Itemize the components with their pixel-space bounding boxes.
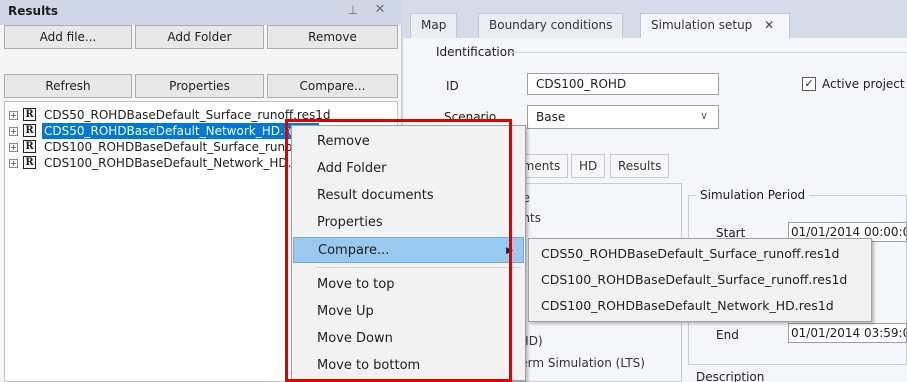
add-folder-button[interactable]: Add Folder <box>135 25 264 49</box>
description-label: Description <box>696 370 765 382</box>
expand-icon[interactable]: + <box>9 111 18 120</box>
refresh-button[interactable]: Refresh <box>4 74 132 98</box>
tab-boundary-conditions[interactable]: Boundary conditions <box>478 13 624 38</box>
submenu-item[interactable]: CDS50_ROHDBaseDefault_Surface_runoff.res… <box>541 242 861 266</box>
properties-button[interactable]: Properties <box>135 74 264 98</box>
tab-hd[interactable]: HD <box>571 154 606 178</box>
add-file-button[interactable]: Add file... <box>4 25 132 49</box>
result-file-icon: R <box>23 124 36 137</box>
scenario-select[interactable]: Base <box>527 105 719 129</box>
tree-item-label: CDS50_ROHDBaseDefault_Network_HD.res1d <box>42 123 320 139</box>
submenu-item[interactable]: CDS100_ROHDBaseDefault_Network_HD.res1d <box>541 294 861 318</box>
option-lts-fragment: Term Simulation (LTS) <box>515 356 645 370</box>
tab-results[interactable]: Results <box>610 154 670 178</box>
chevron-down-icon[interactable]: ∨ <box>700 109 708 122</box>
tab-simulation-setup-label: Simulation setup <box>651 18 753 32</box>
group-divider <box>510 52 907 53</box>
pin-icon[interactable]: ⊥ <box>346 3 360 19</box>
close-tab-icon[interactable]: ✕ <box>764 18 774 32</box>
identification-group-label: Identification <box>436 45 515 59</box>
results-panel-header <box>0 0 402 25</box>
result-file-icon: R <box>23 108 36 121</box>
active-project-label: Active project <box>822 77 905 91</box>
compare-submenu: CDS50_ROHDBaseDefault_Surface_runoff.res… <box>528 238 872 322</box>
expand-icon[interactable]: + <box>9 127 18 136</box>
tab-simulation-setup[interactable]: Simulation setup ✕ <box>640 13 790 38</box>
expand-icon[interactable]: + <box>9 143 18 152</box>
simulation-period-label: Simulation Period <box>696 188 810 202</box>
id-field[interactable]: CDS100_ROHD <box>527 73 719 95</box>
close-icon[interactable]: ✕ <box>372 2 388 20</box>
compare-button[interactable]: Compare... <box>267 74 398 98</box>
expand-icon[interactable]: + <box>9 159 18 168</box>
result-file-icon: R <box>23 156 36 169</box>
tab-map[interactable]: Map <box>410 13 458 38</box>
end-label: End <box>716 328 739 342</box>
annotation-highlight-box <box>285 119 512 382</box>
result-file-icon: R <box>23 140 36 153</box>
submenu-item[interactable]: CDS100_ROHDBaseDefault_Surface_runoff.re… <box>541 268 861 292</box>
results-panel-title: Results <box>8 4 59 18</box>
remove-button[interactable]: Remove <box>267 25 398 49</box>
end-time-field[interactable]: 01/01/2014 03:59:0 <box>788 323 907 343</box>
id-label: ID <box>446 79 459 93</box>
active-project-checkbox[interactable]: ✓ <box>802 77 816 91</box>
